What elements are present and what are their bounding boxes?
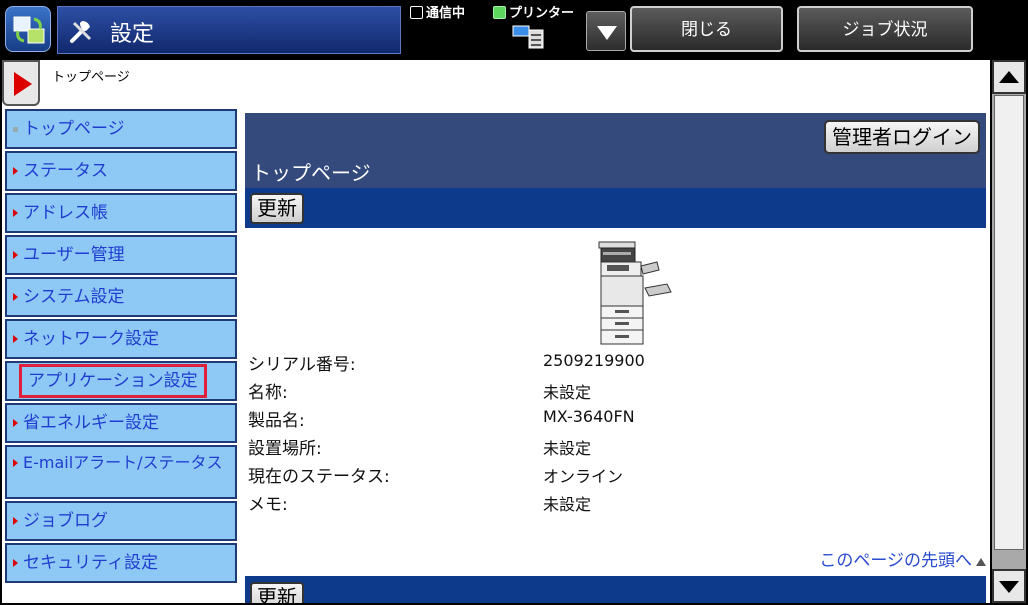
sidebar-item-security-settings[interactable]: セキュリティ設定 (5, 543, 237, 583)
page-top-link[interactable]: このページの先頭へ (819, 546, 986, 571)
printer-checkbox-icon (493, 6, 506, 19)
info-label-status: 現在のステータス: (248, 467, 390, 487)
sidebar-item-application-settings[interactable]: アプリケーション設定 (5, 361, 237, 401)
tools-icon (70, 21, 92, 43)
info-value-product: MX-3640FN (543, 407, 635, 426)
sidebar: トップページ ステータス アドレス帳 ユーザー管理 システム設定 ネットワーク設… (5, 109, 237, 585)
printer-job-icon (512, 25, 544, 49)
info-label-product: 製品名: (248, 411, 305, 431)
content-area: トップページ ステータス アドレス帳 ユーザー管理 システム設定 ネットワーク設… (2, 106, 990, 603)
sidebar-item-email-alert[interactable]: E-mailアラート/ステータス (5, 445, 237, 499)
close-button[interactable]: 閉じる (630, 6, 783, 52)
info-value-serial: 2509219900 (543, 351, 645, 370)
device-info: シリアル番号: 2509219900 名称: 未設定 製品名: MX-3640F… (245, 228, 986, 576)
breadcrumb: トップページ (52, 70, 130, 85)
breadcrumb-bar: トップページ (2, 60, 990, 106)
sidebar-item-network-settings[interactable]: ネットワーク設定 (5, 319, 237, 359)
bottom-refresh-bar: 更新 (245, 576, 986, 603)
refresh-button[interactable]: 更新 (250, 193, 304, 224)
sidebar-item-address-book[interactable]: アドレス帳 (5, 193, 237, 233)
info-value-name: 未設定 (543, 383, 592, 402)
comm-status: 通信中 (410, 2, 465, 21)
page-title: トップページ (251, 161, 371, 185)
title-panel: 設定 (57, 6, 401, 54)
comm-checkbox-icon (410, 6, 423, 19)
window-title: 設定 (110, 22, 155, 47)
info-label-name: 名称: (248, 383, 288, 403)
up-arrow-icon (976, 558, 986, 566)
admin-login-button[interactable]: 管理者ログイン (824, 120, 980, 154)
info-value-location: 未設定 (543, 439, 592, 458)
scrollbar-thumb[interactable] (994, 95, 1024, 550)
refresh-button-bottom[interactable]: 更新 (250, 582, 304, 603)
app-switch-icon[interactable] (5, 6, 51, 52)
mfp-machine-icon (598, 241, 672, 345)
info-label-memo: メモ: (248, 495, 288, 515)
info-value-status: オンライン (543, 467, 624, 486)
sidebar-item-system-settings[interactable]: システム設定 (5, 277, 237, 317)
sidebar-item-top-page[interactable]: トップページ (5, 109, 237, 149)
breadcrumb-toggle-icon[interactable] (2, 60, 40, 106)
sidebar-item-status[interactable]: ステータス (5, 151, 237, 191)
sidebar-item-job-log[interactable]: ジョブログ (5, 501, 237, 541)
info-label-serial: シリアル番号: (248, 355, 356, 375)
dropdown-button[interactable] (586, 11, 626, 51)
job-status-button[interactable]: ジョブ状況 (797, 6, 973, 52)
refresh-bar: 更新 (245, 188, 986, 228)
sidebar-item-user-management[interactable]: ユーザー管理 (5, 235, 237, 275)
main-panel: 管理者ログイン トップページ 更新 シリアル番号: 2509219900 名称:… (245, 113, 986, 603)
info-value-memo: 未設定 (543, 495, 592, 514)
info-label-location: 設置場所: (248, 439, 322, 459)
top-bar: 設定 通信中 プリンター 閉じる ジョブ状況 (0, 0, 1028, 58)
sidebar-item-energy-saving[interactable]: 省エネルギー設定 (5, 403, 237, 443)
main-header: 管理者ログイン トップページ (245, 113, 986, 188)
scroll-up-button[interactable] (992, 60, 1026, 94)
scroll-down-button[interactable] (992, 569, 1026, 603)
printer-status: プリンター (493, 2, 574, 21)
